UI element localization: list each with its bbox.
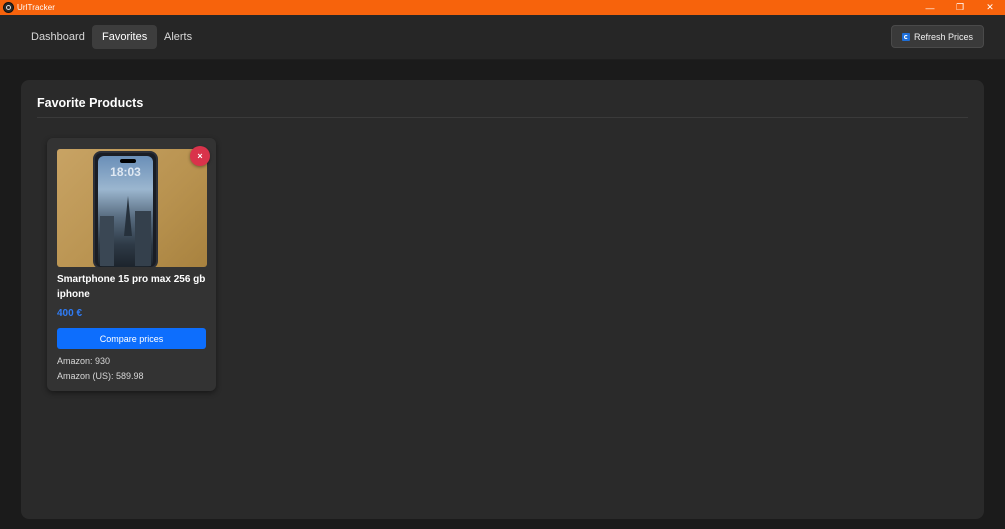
product-image: 18:03 bbox=[57, 149, 207, 267]
window-controls: — ❐ ✕ bbox=[915, 0, 1005, 15]
product-name: Smartphone 15 pro max 256 gb iphone bbox=[57, 274, 206, 300]
favorites-panel: Favorite Products 18:03 Smartphone 15 pr… bbox=[21, 80, 984, 519]
offer-amazon-us: Amazon (US): 589.98 bbox=[57, 371, 144, 381]
refresh-prices-button[interactable]: Refresh Prices bbox=[891, 25, 984, 48]
refresh-icon bbox=[901, 32, 910, 41]
minimize-button[interactable]: — bbox=[915, 0, 945, 15]
page-title: Favorite Products bbox=[37, 96, 144, 110]
window-title: UrlTracker bbox=[17, 3, 56, 12]
tab-favorites[interactable]: Favorites bbox=[92, 25, 158, 49]
top-navigation: Dashboard Favorites Alerts Refresh Price… bbox=[0, 15, 1005, 60]
remove-favorite-button[interactable]: × bbox=[190, 146, 210, 166]
tab-dashboard[interactable]: Dashboard bbox=[21, 25, 95, 49]
close-window-button[interactable]: ✕ bbox=[975, 0, 1005, 15]
divider bbox=[37, 117, 968, 118]
maximize-button[interactable]: ❐ bbox=[945, 0, 975, 15]
title-bar: UrlTracker — ❐ ✕ bbox=[0, 0, 1005, 15]
product-price: 400 € bbox=[57, 308, 83, 319]
offer-amazon: Amazon: 930 bbox=[57, 356, 111, 366]
tab-alerts[interactable]: Alerts bbox=[154, 25, 202, 49]
app-logo-icon bbox=[3, 2, 14, 13]
refresh-prices-label: Refresh Prices bbox=[913, 31, 974, 42]
compare-prices-button[interactable]: Compare prices bbox=[57, 328, 206, 349]
phone-lockscreen-time: 18:03 bbox=[110, 165, 141, 179]
product-card: 18:03 Smartphone 15 pro max 256 gb iphon… bbox=[47, 138, 216, 391]
phone-photo: 18:03 bbox=[93, 151, 158, 267]
